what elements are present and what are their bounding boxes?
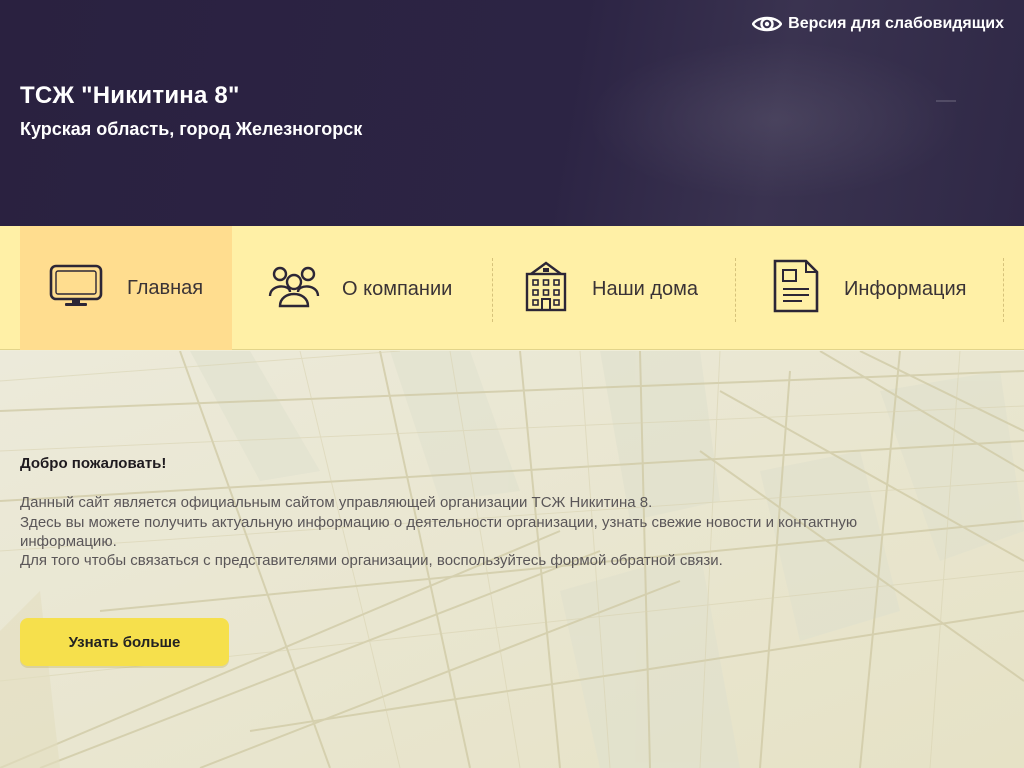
nav-label-home: Главная — [127, 277, 204, 299]
nav-separator — [1003, 258, 1004, 322]
nav-item-home[interactable]: Главная — [20, 226, 232, 350]
page-title: ТСЖ "Никитина 8" — [20, 82, 240, 109]
decorative-dash — [936, 100, 956, 102]
hero-section: Добро пожаловать! Данный сайт является о… — [0, 351, 1024, 768]
nav-label-info: Информация — [844, 278, 967, 300]
building-icon — [523, 260, 569, 318]
region-subtitle: Курская область, город Железногорск — [20, 119, 363, 139]
nav-item-houses[interactable]: Наши дома — [493, 226, 735, 350]
accessibility-label: Версия для слабовидящих — [788, 15, 1004, 32]
people-icon — [268, 262, 320, 314]
main-navigation: Главная О компании Наши дома Информация — [0, 226, 1024, 350]
document-icon — [772, 258, 820, 320]
monitor-icon — [48, 264, 104, 314]
intro-text-line-3: Для того чтобы связаться с представителя… — [20, 552, 723, 569]
nav-item-info[interactable]: Информация — [736, 226, 1002, 350]
intro-text-line-1: Данный сайт является официальным сайтом … — [20, 494, 653, 511]
site-header: Версия для слабовидящих ТСЖ "Никитина 8"… — [0, 0, 1024, 226]
welcome-heading: Добро пожаловать! — [20, 455, 167, 472]
nav-label-about: О компании — [342, 278, 453, 300]
nav-item-about[interactable]: О компании — [248, 226, 492, 350]
accessibility-version-link[interactable]: Версия для слабовидящих — [752, 12, 1004, 36]
nav-label-houses: Наши дома — [592, 278, 699, 300]
eye-icon — [752, 16, 783, 32]
learn-more-button[interactable]: Узнать больше — [20, 618, 229, 666]
intro-text-line-2: Здесь вы можете получить актуальную инфо… — [20, 514, 858, 550]
